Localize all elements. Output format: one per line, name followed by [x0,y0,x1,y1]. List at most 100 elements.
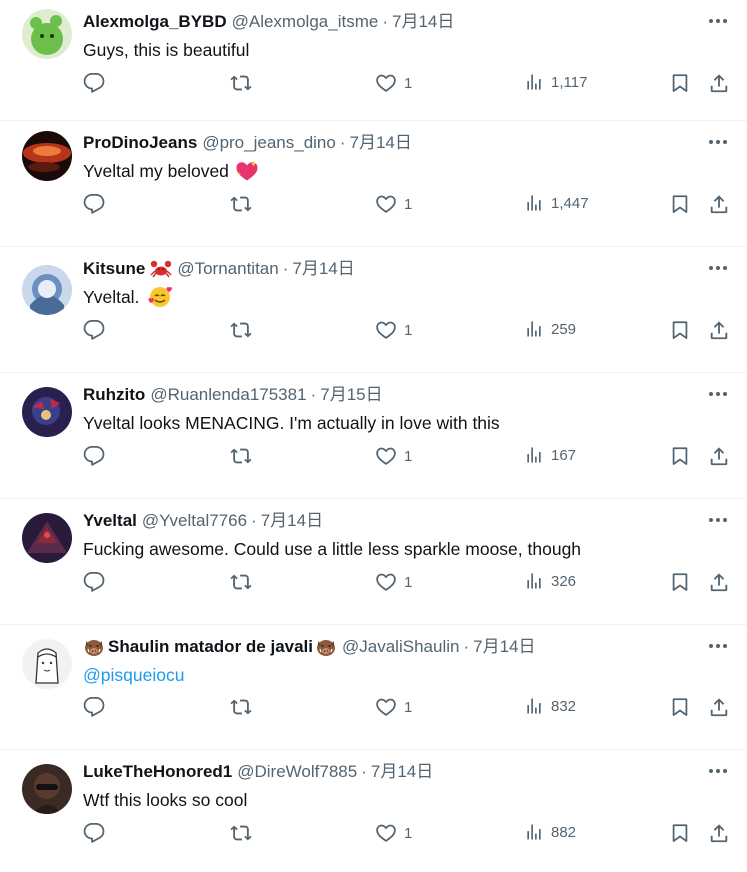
tweet-date[interactable]: 7月14日 [473,635,535,659]
bookmark-button[interactable] [669,72,691,94]
reply-button[interactable] [83,72,105,94]
reply-button[interactable] [83,445,105,467]
display-name[interactable]: Ruhzito [83,383,145,407]
tweet-date[interactable]: 7月14日 [371,760,433,784]
retweet-button[interactable] [230,571,252,593]
tweet[interactable]: Ruhzito @Ruanlenda175381 · 7月15日 Yveltal… [0,373,747,499]
retweet-icon [230,196,252,212]
reply-button[interactable] [83,822,105,844]
like-button[interactable]: 1 [375,571,412,593]
user-handle[interactable]: @pro_jeans_dino [202,131,336,155]
display-name[interactable]: Shaulin matador de javali [108,635,313,659]
share-button[interactable] [708,571,730,593]
tweet[interactable]: ProDinoJeans @pro_jeans_dino · 7月14日 Yve… [0,121,747,247]
like-button[interactable]: 1 [375,696,412,718]
like-button[interactable]: 1 [375,193,412,215]
tweet-date[interactable]: 7月15日 [320,383,382,407]
action-bar: 1 167 [0,445,747,473]
share-button[interactable] [708,445,730,467]
display-name[interactable]: Alexmolga_BYBD [83,10,227,34]
like-button[interactable]: 1 [375,445,412,467]
tweet[interactable]: Yveltal @Yveltal7766 · 7月14日 Fucking awe… [0,499,747,625]
tweet-date[interactable]: 7月14日 [392,10,454,34]
avatar[interactable] [22,639,72,689]
views-button[interactable]: 882 [524,822,576,842]
views-button[interactable]: 1,447 [524,193,589,213]
share-button[interactable] [708,72,730,94]
avatar-image [22,387,72,437]
bookmark-button[interactable] [669,696,691,718]
tweet-text: Yveltal. [83,285,173,309]
tweet[interactable]: Shaulin matador de javali @JavaliShaulin… [0,625,747,750]
heart-icon [376,447,396,465]
retweet-button[interactable] [230,445,252,467]
tweet[interactable]: Kitsune @Tornantitan · 7月14日 Yveltal. 1 … [0,247,747,373]
user-handle[interactable]: @DireWolf7885 [237,760,357,784]
reply-button[interactable] [83,571,105,593]
more-options-button[interactable] [707,259,729,277]
like-button[interactable]: 1 [375,72,412,94]
avatar[interactable] [22,387,72,437]
views-button[interactable]: 326 [524,571,576,591]
views-button[interactable]: 259 [524,319,576,339]
bookmark-button[interactable] [669,822,691,844]
user-handle[interactable]: @Tornantitan [177,257,278,281]
share-icon [710,195,728,214]
display-name[interactable]: LukeTheHonored1 [83,760,232,784]
tweet-date[interactable]: 7月14日 [350,131,412,155]
tweet[interactable]: LukeTheHonored1 @DireWolf7885 · 7月14日 Wt… [0,750,747,872]
share-button[interactable] [708,822,730,844]
tweet-date[interactable]: 7月14日 [292,257,354,281]
views-icon [527,74,541,90]
views-button[interactable]: 167 [524,445,576,465]
user-handle[interactable]: @Ruanlenda175381 [150,383,306,407]
share-button[interactable] [708,193,730,215]
avatar[interactable] [22,9,72,59]
mention-link[interactable]: @pisqueiocu [83,663,184,687]
bookmark-button[interactable] [669,445,691,467]
more-options-button[interactable] [707,385,729,403]
bookmark-button[interactable] [669,193,691,215]
reply-button[interactable] [83,193,105,215]
views-icon [527,321,541,337]
retweet-button[interactable] [230,822,252,844]
views-count: 882 [551,823,577,841]
more-options-button[interactable] [707,637,729,655]
bookmark-button[interactable] [669,571,691,593]
reply-button[interactable] [83,696,105,718]
action-bar: 1 326 [0,571,747,599]
display-name[interactable]: ProDinoJeans [83,131,197,155]
avatar[interactable] [22,513,72,563]
share-button[interactable] [708,319,730,341]
views-button[interactable]: 832 [524,696,576,716]
reply-button[interactable] [83,319,105,341]
separator-dot: · [310,385,317,404]
avatar[interactable] [22,131,72,181]
tweet[interactable]: Alexmolga_BYBD @Alexmolga_itsme · 7月14日 … [0,0,747,121]
display-name[interactable]: Yveltal [83,509,137,533]
crab-emoji [150,259,172,279]
like-button[interactable]: 1 [375,822,412,844]
more-options-button[interactable] [707,511,729,529]
retweet-button[interactable] [230,72,252,94]
avatar[interactable] [22,265,72,315]
separator-dot: · [382,12,388,31]
more-options-button[interactable] [707,762,729,780]
views-button[interactable]: 1,117 [524,72,587,92]
more-options-button[interactable] [707,12,729,30]
tweet-date[interactable]: 7月14日 [261,509,323,533]
like-button[interactable]: 1 [375,319,412,341]
retweet-button[interactable] [230,319,252,341]
boar-emoji [315,637,337,657]
retweet-button[interactable] [230,193,252,215]
avatar[interactable] [22,764,72,814]
bookmark-button[interactable] [669,319,691,341]
user-handle[interactable]: @JavaliShaulin [342,635,459,659]
retweet-button[interactable] [230,696,252,718]
user-handle[interactable]: @Alexmolga_itsme [232,10,379,34]
display-name[interactable]: Kitsune [83,257,145,281]
more-options-button[interactable] [707,133,729,151]
user-handle[interactable]: @Yveltal7766 [142,509,247,533]
share-button[interactable] [708,696,730,718]
avatar-image [22,513,72,563]
